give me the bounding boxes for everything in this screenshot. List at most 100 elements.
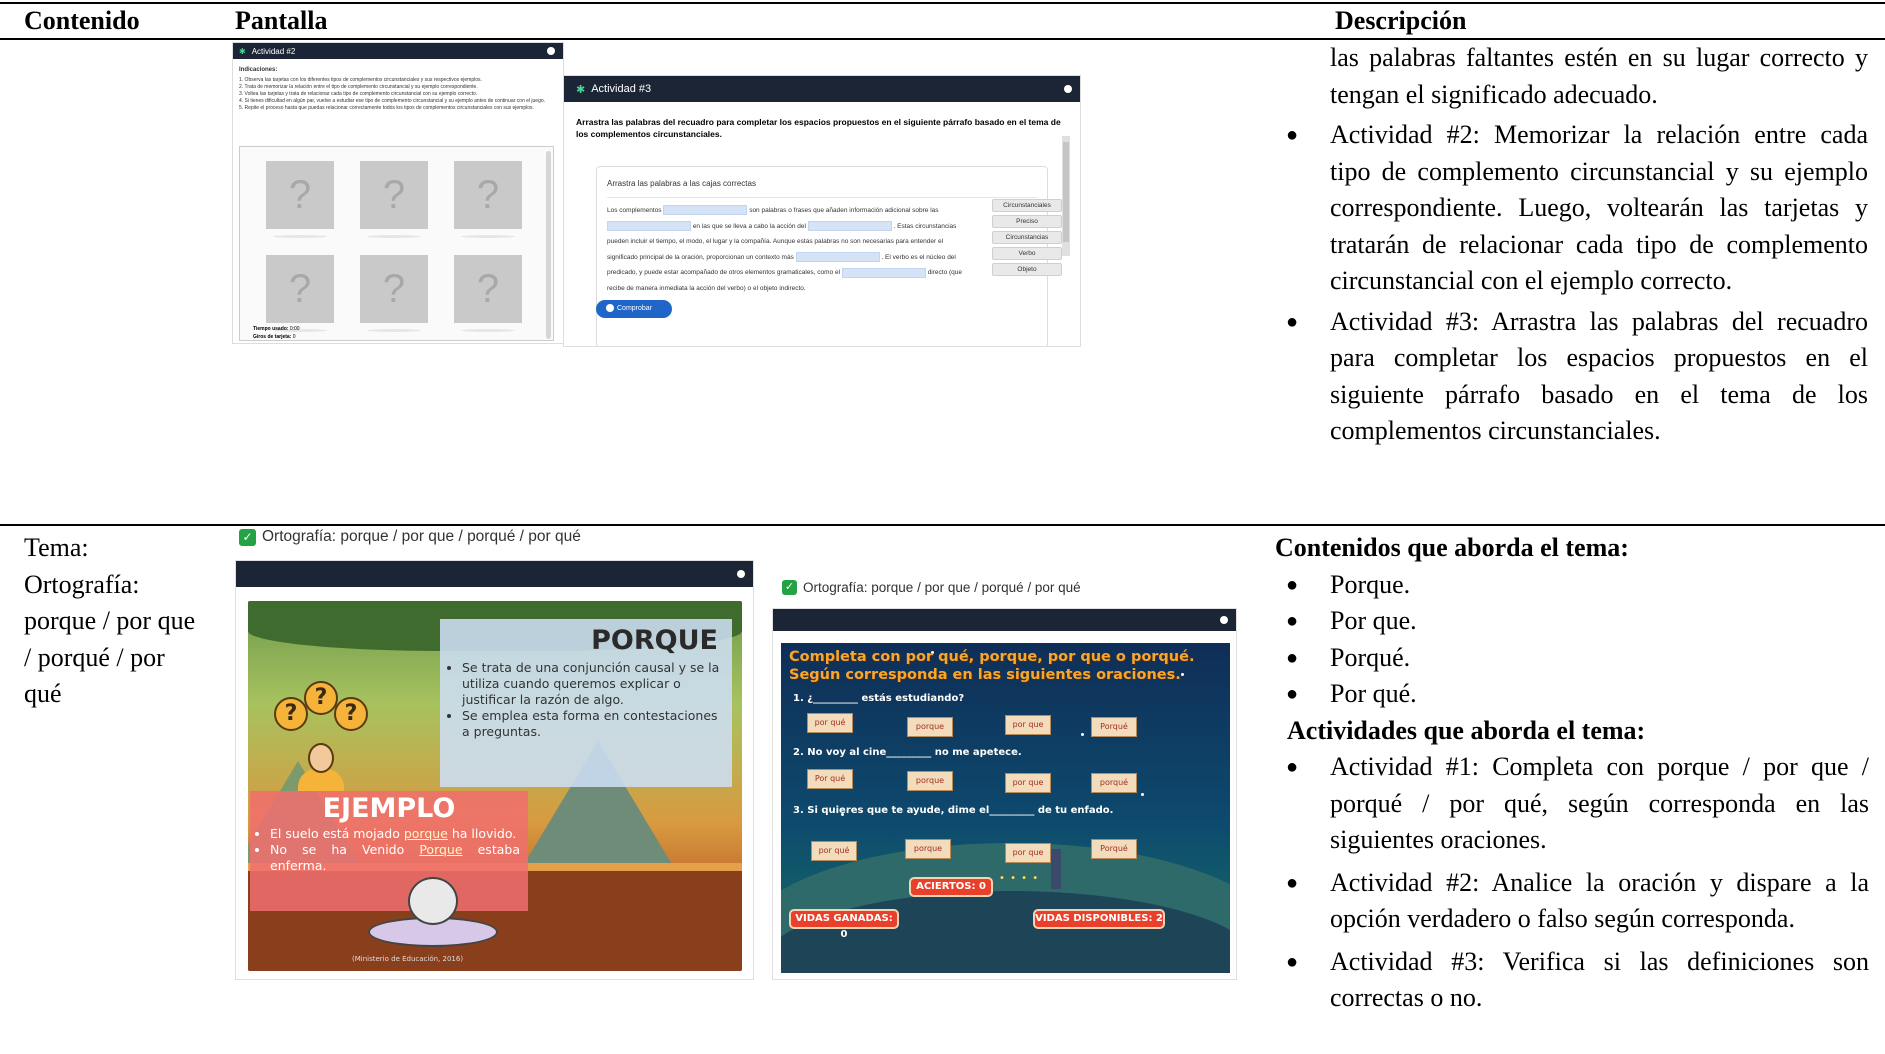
memory-card[interactable]: ? (454, 255, 522, 323)
list-item: ● Actividad #2: Memorizar la relación en… (1286, 117, 1868, 300)
drop-slot[interactable] (795, 252, 880, 263)
drag-option[interactable]: Preciso (992, 215, 1062, 228)
answer-option[interactable]: Porqué (1091, 839, 1137, 859)
list-item: ● Actividad #1: Completa con porque / por… (1286, 749, 1869, 859)
menu-dot-icon[interactable] (1064, 85, 1072, 93)
astronaut-illustration (408, 877, 458, 925)
drag-option[interactable]: Verbo (992, 247, 1062, 260)
porque-slide-screenshot: PORQUE Se trata de una conjunción causal… (235, 560, 754, 980)
activities-heading: Actividades que aborda el tema: (1287, 715, 1646, 745)
activity-intro: Arrastra las palabras del recuadro para … (576, 117, 1061, 139)
instructions-heading: Indicaciones: (239, 67, 278, 73)
star-icon (1181, 673, 1184, 676)
scrollbar-thumb[interactable] (1063, 142, 1069, 242)
bullet-icon: ● (1286, 610, 1299, 632)
instruction-item: 1. Observa las tarjetas con los diferent… (239, 77, 482, 83)
definition-item: Se emplea esta forma en contestaciones a… (462, 708, 722, 740)
theme-cell: Tema: Ortografía: porque / por que / por… (24, 533, 196, 708)
drop-slot[interactable] (607, 220, 691, 231)
question-bubble-icon: ? (304, 681, 338, 715)
row-divider (0, 524, 1885, 526)
list-item: ● Actividad #3: Verifica si las definicio… (1286, 944, 1869, 1017)
menu-dot-icon[interactable] (737, 570, 745, 578)
screenshot-caption: ✓ Ortografía: porque / por que / porqué … (782, 580, 1081, 595)
drag-option[interactable]: Objeto (992, 263, 1062, 276)
list-item: ● Porque. (1286, 567, 1869, 604)
memory-card[interactable]: ? (360, 161, 428, 229)
divider (607, 197, 1037, 198)
answer-option[interactable]: porque (907, 717, 953, 737)
drag-box-title: Arrastra las palabras a las cajas correc… (607, 179, 756, 188)
drag-option[interactable]: Circunstancias (992, 231, 1062, 244)
answer-option[interactable]: porqué (1091, 773, 1137, 793)
list-item: ● Actividad #2: Analice la oración y disp… (1286, 865, 1869, 938)
drop-slot[interactable] (841, 267, 926, 278)
activity-3-screenshot: ✱ Actividad #3 Arrastra las palabras del… (563, 75, 1081, 347)
question-3: 3. Si quieres que te ayude, dime el_____… (793, 805, 1114, 816)
example-box: EJEMPLO El suelo está mojado porque ha l… (250, 791, 528, 911)
activity-2-text: Actividad #2: Memorizar la relación entr… (1330, 120, 1868, 295)
memory-card[interactable]: ? (266, 161, 334, 229)
bullet-icon: ● (1286, 646, 1299, 669)
instruction-item: 2. Trata de memorizar la relación entre … (239, 84, 478, 90)
time-used: Tiempo usado: 0:00 (253, 326, 300, 332)
description-continuation: las palabras faltantes estén en su lugar… (1330, 43, 1868, 109)
window-title: Actividad #3 (591, 83, 652, 95)
lives-left-counter: VIDAS DISPONIBLES: 2 (1033, 909, 1165, 929)
screenshot-caption: ✓ Ortografía: porque / por que / porqué … (239, 528, 581, 546)
memory-card[interactable]: ? (360, 255, 428, 323)
answer-option[interactable]: Porqué (1091, 717, 1137, 737)
header-descripcion: Descripción (1335, 6, 1467, 35)
lights-illustration: • • • • (999, 873, 1040, 884)
menu-dot-icon[interactable] (547, 47, 555, 55)
lives-won-counter: VIDAS GANADAS: 0 (789, 909, 899, 940)
window-titlebar: ✱ Actividad #2 (233, 43, 563, 59)
card-shadow (273, 235, 327, 238)
definition-item: Se trata de una conjunción causal y se l… (462, 660, 722, 708)
answer-option[interactable]: por que (1005, 773, 1051, 793)
list-item: ● Actividad #3: Arrastra las palabras de… (1286, 304, 1868, 450)
image-credit: (Ministerio de Educación, 2016) (352, 955, 464, 963)
answer-option[interactable]: por que (1005, 843, 1051, 863)
fill-paragraph: Los complementos son palabras o frases q… (607, 205, 963, 292)
answer-option[interactable]: Por qué (807, 769, 853, 789)
check-icon (606, 304, 614, 313)
menu-dot-icon[interactable] (1220, 616, 1228, 624)
scrollbar[interactable] (546, 151, 551, 339)
answer-option[interactable]: porque (907, 771, 953, 791)
lesson-slide: PORQUE Se trata de una conjunción causal… (248, 601, 742, 971)
scrollbar[interactable] (1062, 136, 1070, 256)
question-1: 1. ¿_________ estás estudiando? (793, 693, 965, 704)
memory-card[interactable]: ? (266, 255, 334, 323)
instructions: Indicaciones: 1. Observa las tarjetas co… (233, 59, 563, 112)
instruction-item: 4. Si tienes dificultad en algún par, vu… (239, 98, 546, 104)
drag-option[interactable]: Circunstanciales (992, 199, 1062, 212)
instruction-item: 5. Repite el proceso hasta que puedas re… (239, 105, 534, 111)
answer-option[interactable]: por que (1005, 715, 1051, 735)
example-item: El suelo está mojado porque ha llovido. (270, 826, 520, 842)
bullet-icon: ● (1286, 573, 1299, 596)
answer-option[interactable]: por qué (807, 713, 853, 733)
question-bubble-icon: ? (334, 697, 368, 731)
window-title: Actividad #2 (251, 46, 296, 56)
checkbox-checked-icon: ✓ (782, 580, 797, 595)
drop-slot[interactable] (807, 220, 892, 231)
porque-game-screenshot: • • • • Completa con por qué, porque, po… (772, 608, 1237, 980)
memory-card[interactable]: ? (454, 161, 522, 229)
window-titlebar (773, 609, 1236, 631)
bullet-icon: ● (1286, 683, 1299, 705)
bullet-icon: ● (1286, 871, 1299, 894)
game-title-line2: Según corresponda en las siguientes orac… (789, 667, 1181, 683)
answer-option[interactable]: porque (905, 839, 951, 859)
header-contenido: Contenido (24, 6, 140, 35)
example-title: EJEMPLO (322, 793, 456, 824)
quiz-game: • • • • Completa con por qué, porque, po… (781, 643, 1230, 973)
answer-option[interactable]: por qué (811, 841, 857, 861)
question-2: 2. No voy al cine_________ no me apetece… (793, 747, 1022, 758)
activity-3-text: Actividad #3: Arrastra las palabras del … (1330, 306, 1868, 446)
row2-description: Contenidos que aborda el tema: ● Porque. … (1275, 530, 1869, 1017)
bullet-icon: ● (1286, 310, 1299, 333)
card-shadow (461, 329, 515, 332)
check-button[interactable]: Comprobar (596, 300, 672, 318)
drop-slot[interactable] (663, 205, 748, 216)
